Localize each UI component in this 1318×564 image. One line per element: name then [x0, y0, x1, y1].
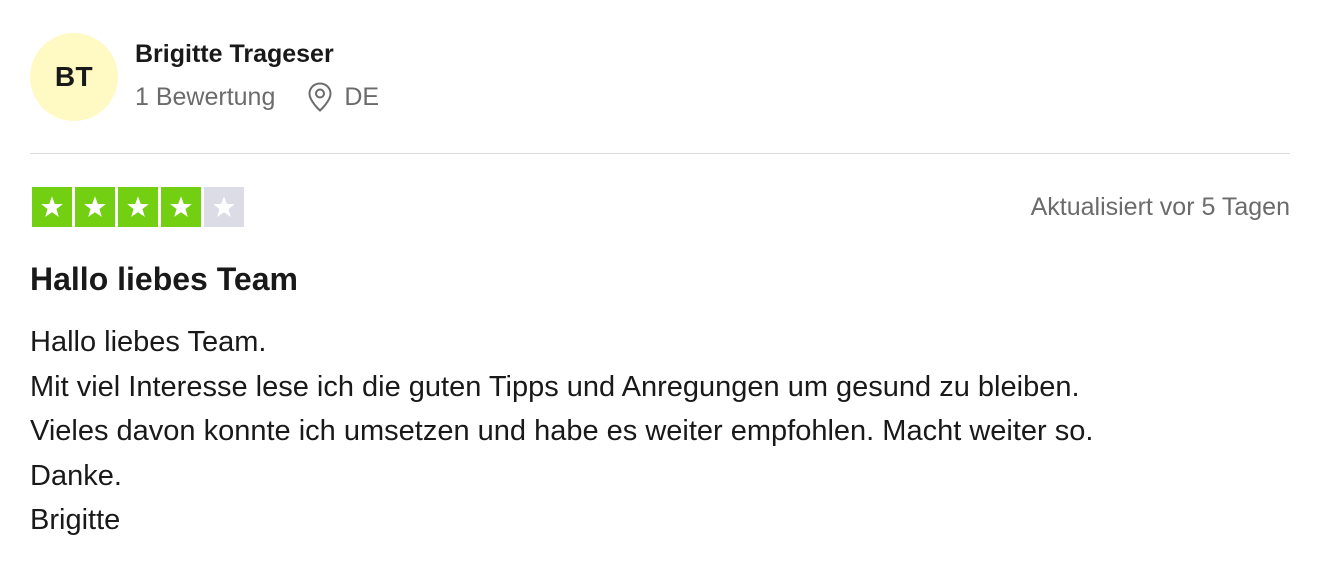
star-icon	[84, 196, 106, 217]
avatar-initials: BT	[54, 61, 94, 92]
star-icon	[41, 196, 63, 217]
consumer-name[interactable]: Brigitte Trageser	[135, 40, 334, 69]
star-4	[161, 187, 201, 227]
review-text-line: Mit viel Interesse lese ich die guten Ti…	[30, 370, 1080, 403]
divider	[30, 153, 1290, 154]
review-count: 1 Bewertung	[135, 82, 276, 111]
consumer-location: DE	[307, 82, 379, 112]
location-label: DE	[344, 82, 380, 111]
consumer-meta: 1 Bewertung DE	[135, 82, 379, 112]
rating-row: Aktualisiert vor 5 Tagen	[30, 187, 1290, 227]
star-icon	[170, 196, 192, 217]
star-1	[32, 187, 72, 227]
review-text-line: Hallo liebes Team.	[30, 326, 267, 358]
star-5	[204, 187, 244, 227]
review-text-line: Danke.	[30, 459, 122, 492]
review-text-line: Vieles davon konnte ich umsetzen und hab…	[30, 415, 1094, 447]
star-rating	[32, 187, 244, 227]
consumer-info[interactable]: BT Brigitte Trageser 1 Bewertung DE	[30, 33, 1290, 123]
review-date: Aktualisiert vor 5 Tagen	[1030, 193, 1290, 221]
star-3	[118, 187, 158, 227]
review-body: Hallo liebes Team. Mit viel Interesse les…	[30, 320, 1093, 543]
star-icon	[213, 196, 235, 217]
avatar[interactable]: BT	[30, 33, 118, 121]
location-pin-icon	[307, 82, 333, 112]
review-title[interactable]: Hallo liebes Team	[30, 261, 298, 298]
star-2	[75, 187, 115, 227]
star-icon	[127, 196, 149, 217]
review-text-line: Brigitte	[30, 504, 121, 536]
review-card: BT Brigitte Trageser 1 Bewertung DE Aktu…	[30, 0, 1290, 564]
